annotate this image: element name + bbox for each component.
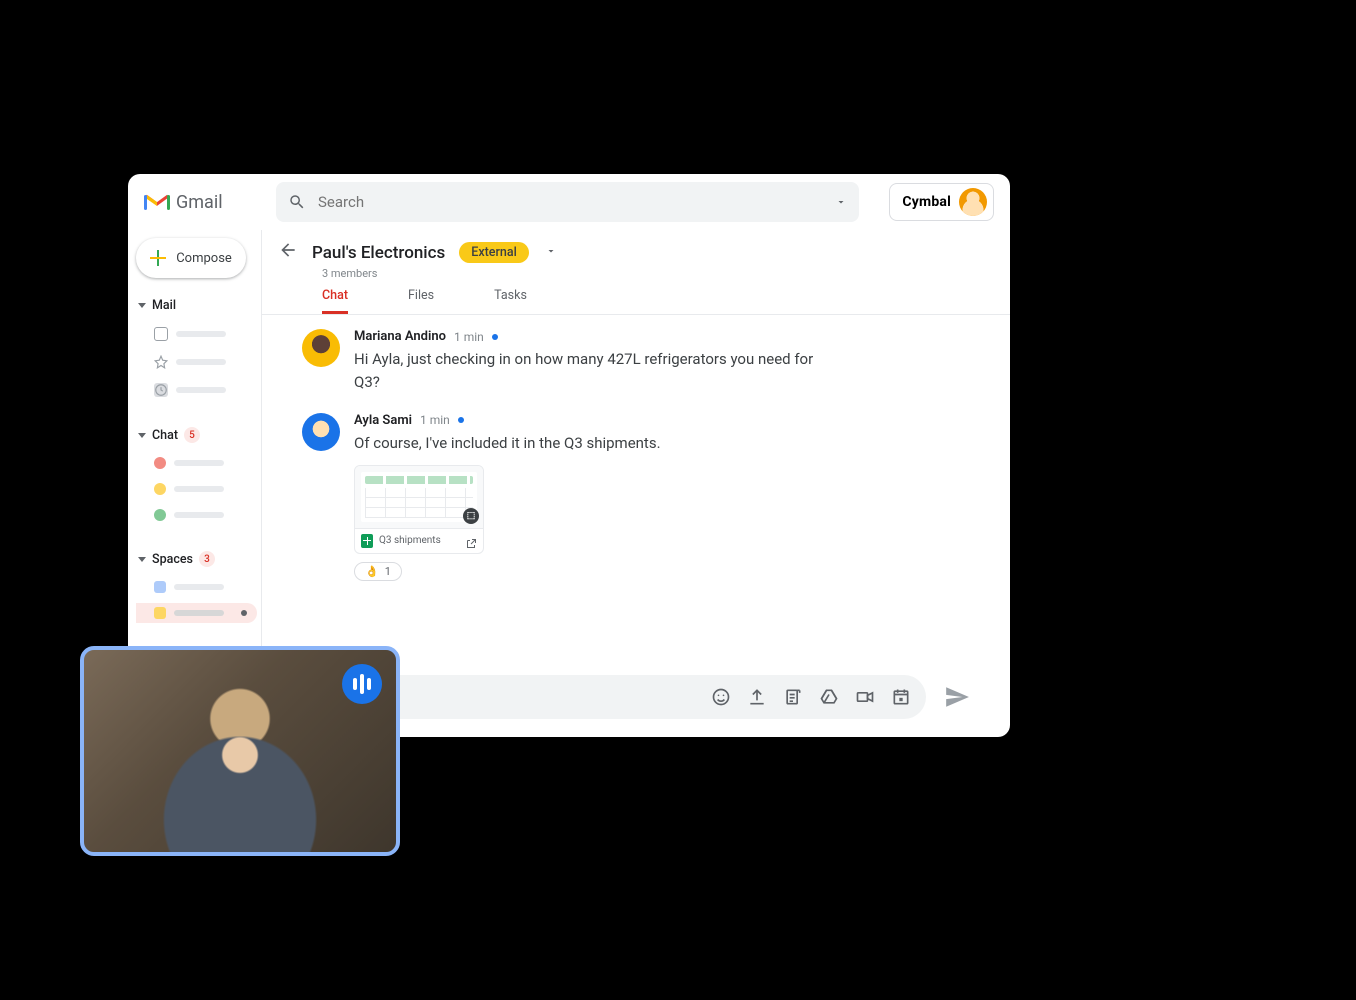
mail-item[interactable] xyxy=(136,323,261,345)
video-call-tile[interactable] xyxy=(80,646,400,856)
plus-icon xyxy=(150,250,166,266)
sender-avatar[interactable] xyxy=(302,413,340,451)
attachment-type-badge: ⬚ xyxy=(463,508,479,524)
unread-dot-icon xyxy=(241,610,247,616)
gmail-product-name: Gmail xyxy=(176,192,223,213)
tab-tasks[interactable]: Tasks xyxy=(494,288,527,314)
user-avatar[interactable] xyxy=(959,188,987,216)
org-name: Cymbal xyxy=(902,194,951,210)
open-external-icon[interactable] xyxy=(465,535,477,547)
sender-name: Ayla Sami xyxy=(354,413,412,428)
sender-avatar[interactable] xyxy=(302,329,340,367)
tab-chat[interactable]: Chat xyxy=(322,288,348,314)
space-icon xyxy=(154,581,166,593)
reaction-count: 1 xyxy=(385,565,391,578)
chevron-down-icon xyxy=(138,433,146,438)
message-text: Of course, I've included it in the Q3 sh… xyxy=(354,432,814,455)
send-button[interactable] xyxy=(944,684,970,710)
inbox-icon xyxy=(154,327,168,341)
chat-unread-badge: 5 xyxy=(184,427,200,443)
presence-icon xyxy=(154,457,166,469)
attachment-card[interactable]: ⬚ Q3 shipments xyxy=(354,465,484,554)
message-time: 1 min xyxy=(420,413,450,427)
emoji-icon[interactable] xyxy=(710,686,732,708)
space-item-active[interactable] xyxy=(136,603,257,623)
speaking-indicator-icon xyxy=(342,664,382,704)
gmail-logo-icon xyxy=(144,192,170,212)
sidebar-section-spaces[interactable]: Spaces 3 xyxy=(136,547,261,571)
mail-item[interactable] xyxy=(136,351,261,373)
sender-name: Mariana Andino xyxy=(354,329,446,344)
attachment-preview: ⬚ xyxy=(355,466,483,528)
message-text: Hi Ayla, just checking in on how many 42… xyxy=(354,348,814,395)
presence-icon xyxy=(154,483,166,495)
chat-item[interactable] xyxy=(136,505,261,525)
chat-item[interactable] xyxy=(136,453,261,473)
space-icon xyxy=(154,607,166,619)
message: Ayla Sami 1 min Of course, I've included… xyxy=(302,413,970,581)
room-title: Paul's Electronics xyxy=(312,243,445,263)
org-switcher[interactable]: Cymbal xyxy=(889,183,994,221)
chevron-down-icon xyxy=(138,557,146,562)
mail-item[interactable] xyxy=(136,379,261,401)
room-header: Paul's Electronics External xyxy=(262,230,1010,265)
compose-label: Compose xyxy=(176,251,232,266)
external-badge: External xyxy=(459,242,529,263)
app-header: Gmail Cymbal xyxy=(128,174,1010,230)
gmail-logo-block[interactable]: Gmail xyxy=(144,192,262,213)
members-count[interactable]: 3 members xyxy=(262,267,1010,280)
unread-dot-icon xyxy=(458,417,464,423)
presence-icon xyxy=(154,509,166,521)
video-icon[interactable] xyxy=(854,686,876,708)
tab-files[interactable]: Files xyxy=(408,288,434,314)
drive-icon[interactable] xyxy=(818,686,840,708)
reaction-chip[interactable]: 👌 1 xyxy=(354,562,402,581)
attachment-name: Q3 shipments xyxy=(379,535,459,546)
calendar-icon[interactable] xyxy=(890,686,912,708)
room-tabs: Chat Files Tasks xyxy=(262,280,1010,315)
search-bar[interactable] xyxy=(276,182,859,222)
clock-icon xyxy=(154,383,168,397)
search-input[interactable] xyxy=(318,193,823,211)
sheets-icon xyxy=(361,534,373,548)
spaces-unread-badge: 3 xyxy=(199,551,215,567)
doc-add-icon[interactable] xyxy=(782,686,804,708)
sidebar-section-chat[interactable]: Chat 5 xyxy=(136,423,261,447)
message-time: 1 min xyxy=(454,330,484,344)
unread-dot-icon xyxy=(492,334,498,340)
compose-button[interactable]: Compose xyxy=(136,238,246,278)
reaction-emoji: 👌 xyxy=(365,565,379,578)
star-icon xyxy=(154,355,168,369)
back-button[interactable] xyxy=(278,240,298,265)
space-item[interactable] xyxy=(136,577,261,597)
sidebar-section-mail[interactable]: Mail xyxy=(136,294,261,317)
room-menu-button[interactable] xyxy=(545,245,557,260)
message: Mariana Andino 1 min Hi Ayla, just check… xyxy=(302,329,970,395)
search-icon xyxy=(288,193,306,211)
upload-icon[interactable] xyxy=(746,686,768,708)
chat-item[interactable] xyxy=(136,479,261,499)
message-list: Mariana Andino 1 min Hi Ayla, just check… xyxy=(262,315,1010,669)
search-options-icon[interactable] xyxy=(835,196,847,208)
chevron-down-icon xyxy=(138,303,146,308)
